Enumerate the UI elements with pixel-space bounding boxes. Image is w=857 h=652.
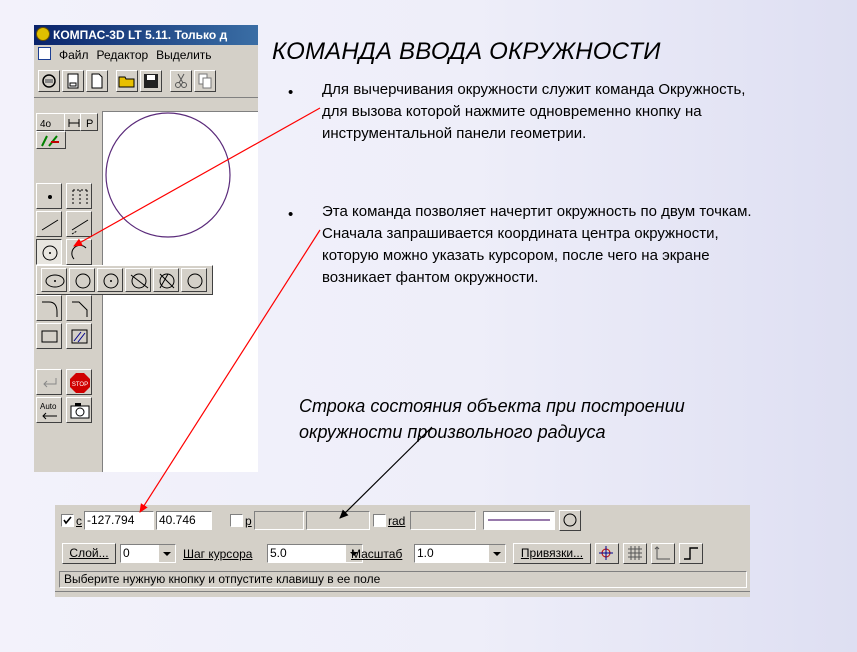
red-arrow-to-coordinates (139, 229, 321, 513)
black-arrow-to-status-panel (339, 426, 433, 519)
annotation-arrows (73, 107, 433, 519)
red-arrow-to-circle-button (73, 107, 321, 247)
